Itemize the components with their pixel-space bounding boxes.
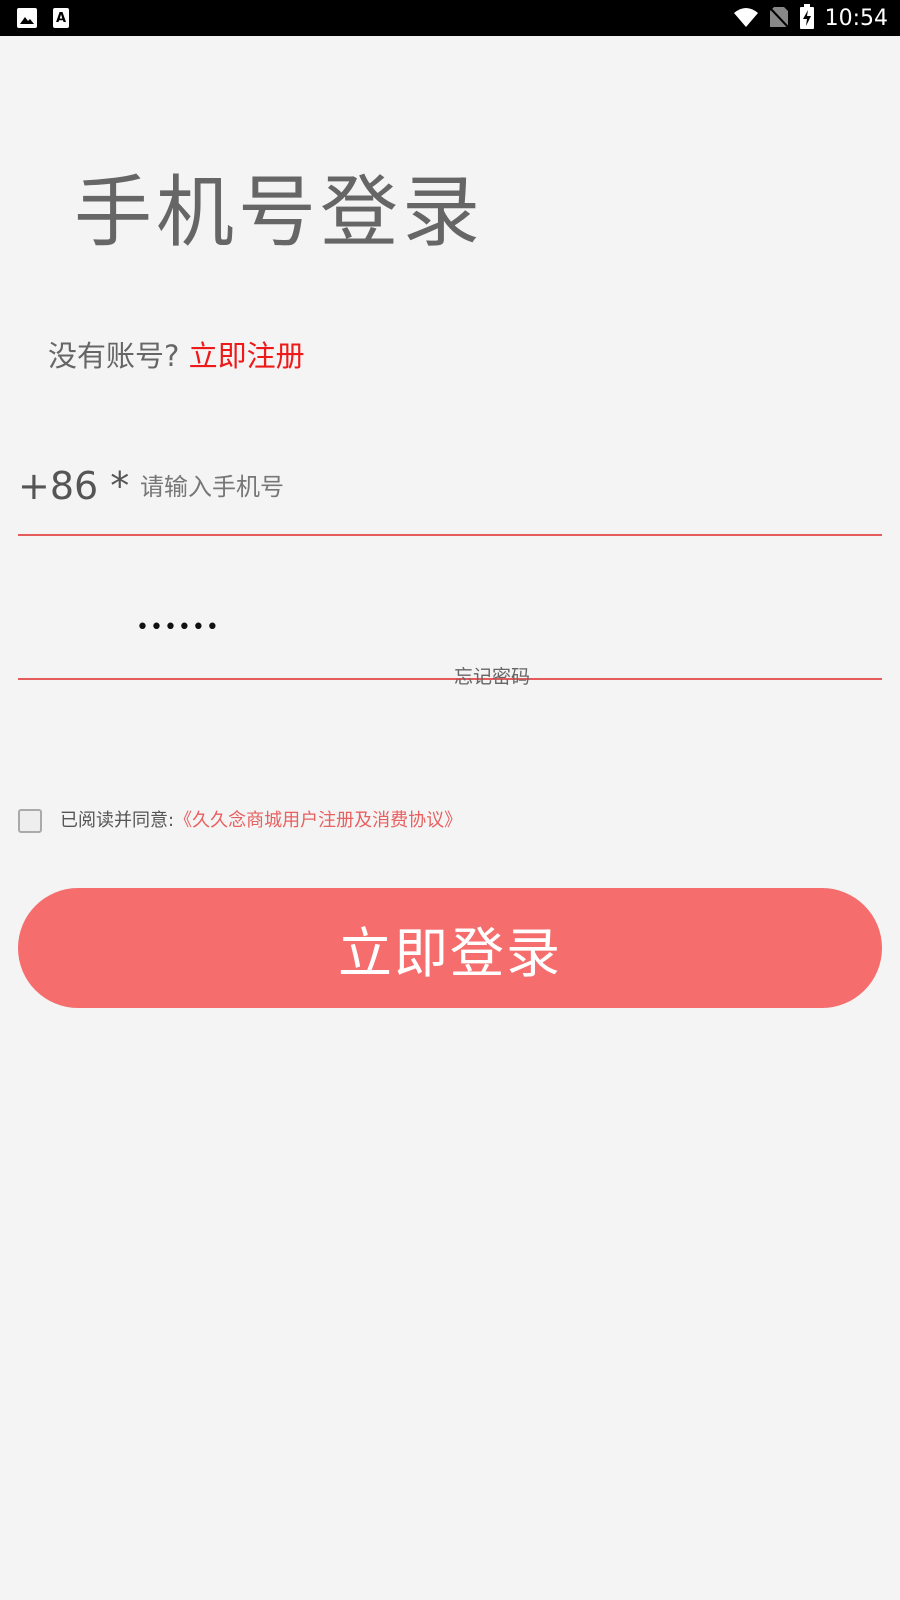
page-title: 手机号登录 <box>74 168 485 258</box>
phone-underline <box>18 534 882 536</box>
wifi-icon <box>733 6 759 32</box>
register-prompt: 没有账号? <box>48 339 180 373</box>
register-link[interactable]: 立即注册 <box>189 339 305 373</box>
login-button[interactable]: 立即登录 <box>18 888 882 1008</box>
text-a-icon: A <box>52 7 70 33</box>
no-sim-icon <box>768 6 789 32</box>
forgot-password-link[interactable]: 忘记密码 <box>454 664 530 690</box>
password-underline <box>18 678 882 680</box>
password-input[interactable]: •••••• <box>136 608 736 648</box>
phone-row: +86 * <box>18 458 882 518</box>
image-icon <box>16 7 38 33</box>
agreement-link[interactable]: 《久久念商城用户注册及消费协议》 <box>174 808 462 834</box>
agreement-text: 已阅读并同意: <box>60 810 175 831</box>
register-prompt-row: 没有账号? 立即注册 <box>48 336 305 376</box>
notification-icons: A <box>16 7 70 33</box>
country-code[interactable]: +86 * <box>18 458 129 514</box>
status-bar: A 10:54 <box>0 0 900 36</box>
agreement-checkbox[interactable] <box>18 809 42 833</box>
status-time: 10:54 <box>824 6 888 31</box>
phone-input[interactable] <box>138 464 862 510</box>
system-icons: 10:54 <box>733 4 888 34</box>
agreement-row: 已阅读并同意: 《久久念商城用户注册及消费协议》 <box>18 808 462 834</box>
svg-text:A: A <box>56 11 66 26</box>
battery-charging-icon <box>799 4 815 34</box>
